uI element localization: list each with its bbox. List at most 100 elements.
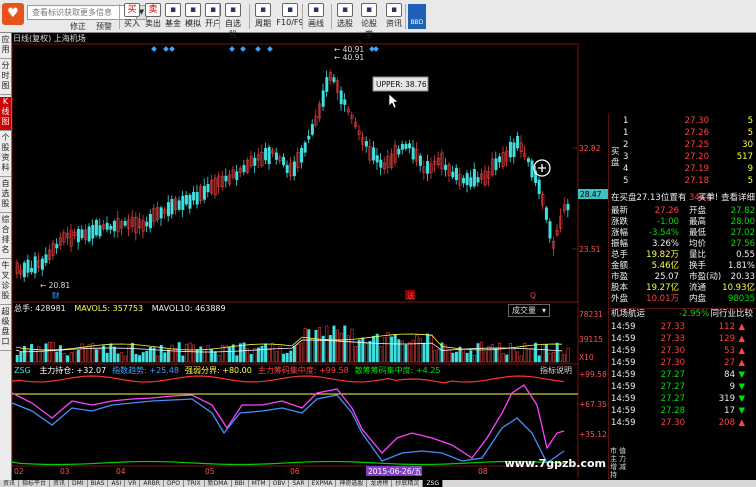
sidebar-item-2[interactable]: K线图 (0, 97, 11, 131)
correct-link[interactable]: 修正 (70, 21, 86, 32)
toolbar-button-6[interactable]: ▪ 周期 (252, 3, 274, 29)
volume-bar (195, 349, 199, 363)
indicator-tab[interactable]: VR (125, 480, 141, 487)
panel-tab[interactable]: 力 (619, 455, 626, 463)
indicator-tab[interactable]: TRIX (184, 480, 205, 487)
candle-body (426, 160, 430, 174)
indicator-tab[interactable]: 新DMA (205, 480, 232, 487)
indicator-tab[interactable]: DMI (69, 480, 88, 487)
arrow-up-icon: ▲ (738, 322, 745, 332)
toolbar-button-3[interactable]: ▪ 模拟 (182, 3, 204, 29)
indicator-tab[interactable]: 抄底精灵 (392, 480, 424, 487)
candle-body (282, 156, 286, 166)
volume-bar (307, 329, 311, 363)
candle-body (530, 160, 534, 178)
toolbar-button-4[interactable]: ▪ 开户 (202, 3, 224, 29)
candle-body (476, 177, 480, 183)
sidebar-item-0[interactable]: 应用 (0, 35, 11, 59)
volume-bar (386, 332, 390, 363)
indicator-tab[interactable]: ASI (108, 480, 126, 487)
indicator-tab[interactable]: ARBR (140, 480, 164, 487)
toolbar-button-11[interactable]: ▪ 资讯 (383, 3, 405, 29)
volume-ma10-label: MAVOL10: 463889 (151, 304, 226, 313)
indicator-tab[interactable]: 资讯 (0, 480, 20, 487)
order-level: 4 (623, 164, 629, 174)
indicator-tab[interactable]: BBI (232, 480, 249, 487)
event-marker-icon[interactable] (255, 46, 261, 52)
event-marker-icon[interactable] (240, 46, 246, 52)
candle-body (321, 90, 325, 107)
event-marker-icon[interactable] (151, 46, 157, 52)
indicator-tab[interactable]: MTM (249, 480, 270, 487)
volume-bar (235, 355, 239, 363)
event-marker-icon[interactable] (169, 46, 175, 52)
high-mark-label: ← 40.91 (334, 53, 364, 62)
top-toolbar: ♥ 查看标识获取更多信息 ▼ 修正 预警 BBD 买买入卖卖出 ▪ 基金 ▪ 模拟 ▪ 开户… (0, 0, 756, 39)
prompt-link[interactable]: 买单! 查看详细 (698, 193, 755, 204)
sidebar-item-6[interactable]: 牛叉诊股 (0, 261, 11, 305)
indicator-help-button[interactable]: 指标说明 (540, 365, 572, 376)
panel-tab[interactable]: 主 (610, 455, 617, 463)
sidebar-item-1[interactable]: 分时图 (0, 61, 11, 95)
indicator-tab[interactable]: SAR (289, 480, 309, 487)
sidebar-item-7[interactable]: 超级盘口 (0, 307, 11, 351)
candle-body (123, 221, 127, 226)
indicator-tab[interactable]: 资讯 (50, 480, 70, 487)
volume-bar (411, 339, 415, 363)
zsg-legend: ZSG 主力持仓: +32.07 指数趋势: +25.48 强弱分界: +80.00… (14, 365, 446, 376)
indicator-tab[interactable]: OBV (270, 480, 290, 487)
event-marker-icon[interactable] (373, 46, 379, 52)
toolbar-button-1[interactable]: 卖卖出 (142, 3, 164, 29)
peer-compare-link[interactable]: 同行业比较 (710, 309, 753, 320)
candle-body (444, 164, 448, 171)
kline-chart[interactable]: 32.8223.5128.47← 40.91← 40.91← 20.81UPPE… (12, 33, 608, 480)
volume-bar (69, 352, 73, 363)
quote-value: 3.26% (651, 239, 679, 249)
app-logo-icon[interactable]: ♥ (2, 3, 24, 25)
sidebar-item-4[interactable]: 自选股 (0, 179, 11, 213)
event-marker-icon[interactable] (267, 46, 273, 52)
volume-indicator-dropdown[interactable]: 成交量 ▾ (508, 304, 551, 317)
panel-tab[interactable]: 持 (610, 471, 617, 479)
volume-bar (332, 325, 336, 363)
panel-tab[interactable]: 增 (610, 463, 617, 471)
panel-tab[interactable]: 减 (619, 463, 626, 471)
toolbar-button-7[interactable]: ▪ F10/F9 (276, 3, 304, 27)
toolbar-button-8[interactable]: ▪ 画线 (305, 3, 327, 29)
zsg-holding-line (12, 384, 565, 459)
event-marker-icon[interactable] (229, 46, 235, 52)
tick-row: 14:59 27.33 112 ▲ (609, 322, 756, 333)
panel-tab[interactable]: 值 (619, 447, 626, 455)
toolbar-button-0[interactable]: 买买入 (121, 3, 143, 29)
toolbar-button-2[interactable]: ▪ 基金 (162, 3, 184, 29)
event-letter[interactable]: 财 (52, 290, 60, 300)
indicator-tab[interactable]: EXPMA (309, 480, 337, 487)
order-prompt-row: 在买盘27.13位置有 344手 买单! 查看详细 (609, 193, 756, 204)
volume-bar (112, 346, 116, 363)
sidebar-item-5[interactable]: 综合排名 (0, 215, 11, 259)
indicator-tab[interactable]: BIAS (88, 480, 109, 487)
news-icon: ▪ (386, 3, 402, 17)
volume-bar (487, 346, 491, 363)
volume-ma5-label: MAVOL5: 357753 (74, 304, 144, 313)
indicator-tab[interactable]: ZSG (423, 480, 444, 487)
indicator-tab[interactable]: 神奇选股 (336, 480, 368, 487)
indicator-tab[interactable]: 指标平台 (19, 480, 51, 487)
alert-link[interactable]: 预警 (96, 21, 112, 32)
bbd-button[interactable]: BBD (408, 4, 426, 29)
candle-body (170, 199, 174, 215)
volume-bar (177, 342, 181, 363)
volume-bar (404, 344, 408, 363)
event-marker-icon[interactable] (163, 46, 169, 52)
arrow-down-icon: ▼ (738, 406, 745, 416)
indicator-tab[interactable]: 龙虎榜 (367, 480, 393, 487)
panel-tab[interactable]: 市 (610, 447, 617, 455)
quote-label: 开盘 (689, 206, 707, 216)
order-level: 1 (623, 128, 629, 138)
indicator-tab[interactable]: DPO (164, 480, 184, 487)
volume-bar (426, 333, 430, 363)
sidebar-item-3[interactable]: 个股资料 (0, 133, 11, 177)
event-letter[interactable]: Q (530, 291, 536, 300)
toolbar-button-9[interactable]: ▪ 选股 (334, 3, 356, 29)
event-letter[interactable]: 送 (407, 290, 415, 300)
